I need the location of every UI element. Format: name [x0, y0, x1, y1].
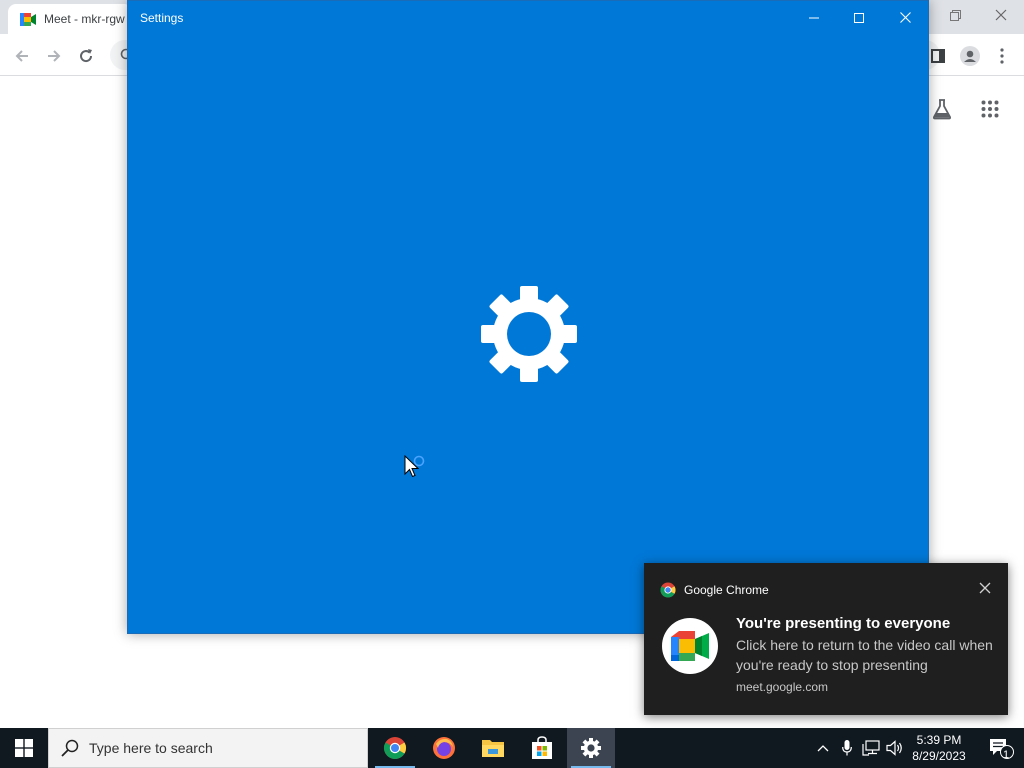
volume-tray-button[interactable]	[884, 728, 906, 768]
reload-icon	[80, 49, 93, 63]
chrome-notification-toast[interactable]: Google Chrome You're presenting to every…	[644, 563, 1008, 715]
minimize-button[interactable]	[791, 1, 837, 34]
taskbar-app-microsoft-store[interactable]	[518, 728, 566, 768]
labs-button[interactable]	[926, 93, 958, 125]
chrome-icon	[384, 737, 406, 759]
reload-button[interactable]	[72, 42, 100, 70]
forward-button[interactable]	[40, 42, 68, 70]
close-icon	[979, 582, 991, 594]
toast-heading: You're presenting to everyone	[736, 615, 951, 632]
notification-count-badge: 1	[1002, 749, 1010, 761]
tab-title: Meet - mkr-rgw	[44, 12, 125, 26]
action-center-button[interactable]: 1	[978, 728, 1024, 768]
settings-close-button[interactable]	[882, 1, 928, 34]
settings-icon	[581, 738, 601, 758]
settings-window-title: Settings	[140, 11, 184, 25]
clock-date: 8/29/2023	[912, 749, 966, 763]
toast-avatar	[662, 618, 718, 674]
taskbar-app-chrome[interactable]	[371, 728, 419, 768]
taskbar-search-placeholder: Type here to search	[89, 740, 213, 756]
network-tray-button[interactable]	[860, 728, 882, 768]
clock-time: 5:39 PM	[916, 733, 962, 747]
settings-title-bar[interactable]: Settings	[128, 1, 928, 34]
taskbar-clock[interactable]: 5:39 PM 8/29/2023	[905, 732, 973, 764]
close-icon	[899, 12, 911, 23]
back-button[interactable]	[8, 42, 36, 70]
more-menu-button[interactable]	[988, 42, 1016, 70]
chevron-up-icon	[817, 745, 829, 752]
google-apps-button[interactable]	[974, 93, 1006, 125]
maximize-button[interactable]	[836, 1, 882, 34]
toast-app-name: Google Chrome	[684, 583, 769, 597]
chrome-icon	[660, 582, 676, 598]
microphone-icon	[842, 740, 852, 756]
profile-button[interactable]	[956, 42, 984, 70]
apps-grid-icon	[981, 100, 999, 118]
start-button[interactable]	[0, 728, 48, 768]
taskbar-search-box[interactable]: Type here to search	[48, 728, 368, 768]
back-arrow-icon	[15, 50, 28, 62]
microphone-tray-button[interactable]	[838, 728, 856, 768]
chrome-close-button[interactable]	[978, 0, 1024, 30]
google-meet-icon	[20, 13, 36, 26]
maximize-icon	[854, 12, 864, 23]
windows-logo-icon	[15, 739, 33, 757]
taskbar-app-firefox[interactable]	[420, 728, 468, 768]
toast-source: meet.google.com	[736, 680, 829, 694]
side-panel-icon	[931, 49, 945, 63]
forward-arrow-icon	[48, 50, 61, 62]
chrome-restore-button[interactable]	[932, 0, 978, 30]
labs-flask-icon	[932, 99, 952, 120]
network-icon	[862, 740, 880, 756]
busy-cursor-icon	[404, 455, 425, 478]
toast-app-header: Google Chrome	[660, 582, 769, 598]
toast-close-button[interactable]	[978, 581, 994, 597]
tab-meet[interactable]: Meet - mkr-rgw	[8, 4, 132, 34]
restore-icon	[949, 9, 961, 21]
taskbar-app-file-explorer[interactable]	[469, 728, 517, 768]
firefox-icon	[433, 737, 455, 759]
file-explorer-icon	[482, 740, 504, 757]
google-meet-icon	[671, 631, 709, 661]
close-icon	[995, 9, 1007, 21]
show-hidden-icons-button[interactable]	[814, 728, 832, 768]
taskbar: Type here to search 5:39 PM 8/29/2023 1	[0, 728, 1024, 768]
microsoft-store-icon	[532, 736, 552, 759]
search-icon	[61, 739, 79, 757]
settings-window: Settings	[127, 0, 929, 634]
taskbar-app-settings[interactable]	[567, 728, 615, 768]
more-menu-icon	[1000, 48, 1004, 64]
profile-icon	[960, 46, 980, 66]
volume-icon	[886, 740, 902, 756]
minimize-icon	[809, 17, 819, 18]
gear-icon	[481, 286, 577, 382]
toast-body: Click here to return to the video call w…	[736, 637, 993, 673]
